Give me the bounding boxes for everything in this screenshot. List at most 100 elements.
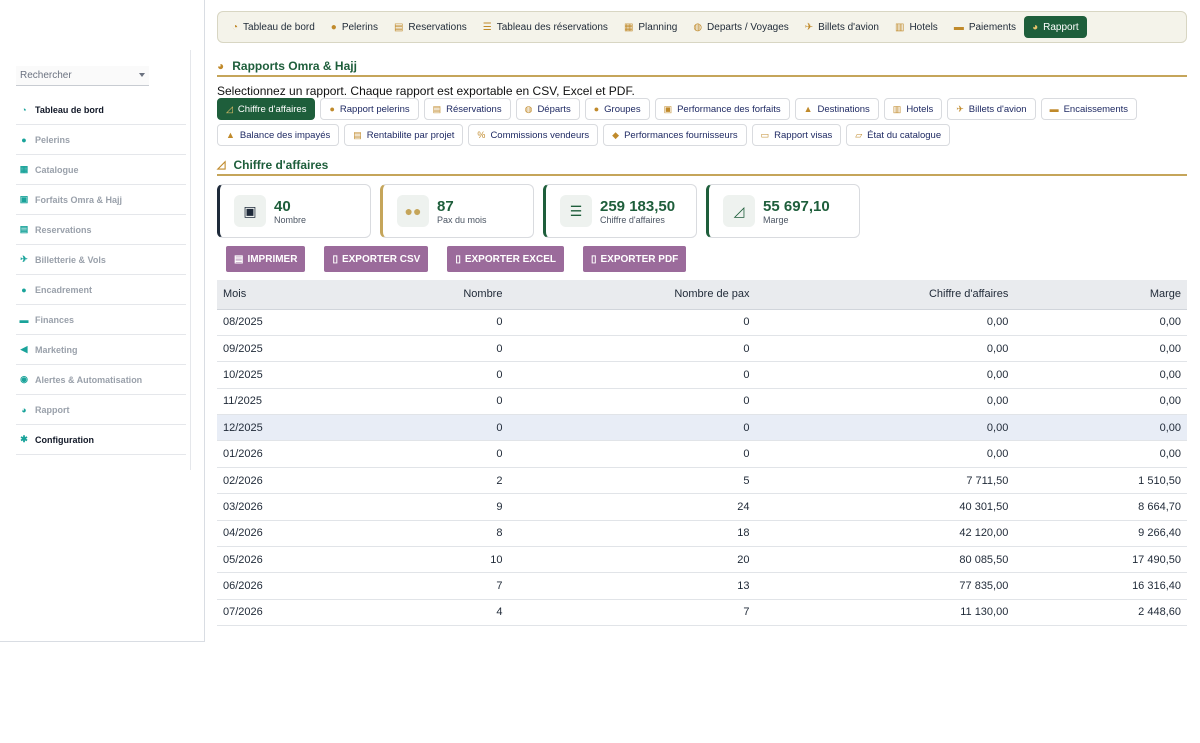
chart-pie-icon: ◕ — [217, 58, 225, 73]
report-button-8[interactable]: ✈ Billets d'avion — [947, 98, 1036, 120]
nav-item-7[interactable]: ▥ Hotels — [887, 16, 946, 38]
report-button-15[interactable]: ▱ État du catalogue — [846, 124, 951, 146]
sidebar-item-2[interactable]: ▦ Catalogue — [16, 155, 186, 185]
percent-icon: % — [477, 130, 486, 140]
clipboard-icon: ▤ — [19, 224, 29, 234]
table-cell: 7 711,50 — [755, 467, 1015, 495]
export-button-2[interactable]: ▯ EXPORTER EXCEL — [447, 246, 564, 272]
folder-icon: ▱ — [855, 129, 863, 140]
table-cell: 11 130,00 — [755, 599, 1015, 627]
table-cell: 7 — [508, 599, 756, 627]
sidebar-search-select[interactable]: Rechercher — [16, 66, 149, 86]
sidebar-item-label: Marketing — [35, 344, 78, 355]
kpi-label: Chiffre d'affaires — [600, 214, 665, 225]
table-cell: 0 — [363, 335, 509, 363]
table-cell: 0 — [363, 361, 509, 389]
user-icon: ● — [330, 21, 337, 33]
table-row[interactable]: 07/2026 4 7 11 130,00 2 448,60 — [217, 599, 1187, 627]
sidebar-item-6[interactable]: ● Encadrement — [16, 275, 186, 305]
sidebar-item-11[interactable]: ✱ Configuration — [16, 425, 186, 455]
nav-item-4[interactable]: ▦ Planning — [616, 16, 685, 38]
kpi-text: 40 Nombre — [274, 198, 306, 225]
export-button-0[interactable]: ▤ IMPRIMER — [226, 246, 306, 272]
nav-item-2[interactable]: ▤ Reservations — [386, 16, 475, 38]
table-row[interactable]: 04/2026 8 18 42 120,00 9 266,40 — [217, 520, 1187, 548]
table-cell: 0 — [363, 440, 509, 468]
nav-item-label: Hotels — [909, 21, 938, 33]
nav-item-8[interactable]: ▬ Paiements — [946, 16, 1024, 38]
sidebar-item-8[interactable]: ◀ Marketing — [16, 335, 186, 365]
sidebar-item-5[interactable]: ✈ Billetterie & Vols — [16, 245, 186, 275]
sidebar-item-10[interactable]: ◕ Rapport — [16, 395, 186, 425]
column-header[interactable]: Nombre — [363, 280, 509, 310]
sidebar-divider — [190, 50, 191, 470]
plane-icon: ✈ — [20, 254, 28, 264]
table-row[interactable]: 12/2025 0 0 0,00 0,00 — [217, 414, 1187, 442]
nav-item-9[interactable]: ◕ Rapport — [1024, 16, 1087, 38]
report-button-0[interactable]: ◿ Chiffre d'affaires — [217, 98, 316, 120]
table-row[interactable]: 01/2026 0 0 0,00 0,00 — [217, 440, 1187, 468]
table-cell: 20 — [508, 546, 756, 574]
column-header[interactable]: Marge — [1014, 280, 1187, 310]
nav-item-0[interactable]: ◔ Tableau de bord — [224, 16, 323, 38]
sidebar-item-label: Forfaits Omra & Hajj — [35, 194, 123, 205]
nav-item-label: Tableau des réservations — [496, 21, 608, 33]
table-row[interactable]: 08/2025 0 0 0,00 0,00 — [217, 309, 1187, 336]
sidebar-item-1[interactable]: ● Pelerins — [16, 125, 186, 155]
nav-item-1[interactable]: ● Pelerins — [323, 16, 386, 38]
table-row[interactable]: 03/2026 9 24 40 301,50 8 664,70 — [217, 493, 1187, 521]
column-header[interactable]: Nombre de pax — [508, 280, 756, 310]
coins-icon: ☰ — [560, 195, 592, 227]
kpi-card: ●● 87 Pax du mois — [380, 184, 534, 238]
export-button-3[interactable]: ▯ EXPORTER PDF — [582, 246, 687, 272]
page-title: Rapports Omra & Hajj — [232, 58, 357, 73]
report-button-3[interactable]: ◍ Départs — [515, 98, 580, 120]
report-table: Mois Nombre Nombre de pax Chiffre d'affaire… — [217, 280, 1187, 627]
table-row[interactable]: 10/2025 0 0 0,00 0,00 — [217, 361, 1187, 389]
table-cell: 17 490,50 — [1014, 546, 1187, 574]
column-header[interactable]: Mois — [217, 280, 364, 310]
report-button-6[interactable]: ▲ Destinations — [794, 98, 879, 120]
report-button-14[interactable]: ▭ Rapport visas — [751, 124, 842, 146]
export-button-1[interactable]: ▯ EXPORTER CSV — [324, 246, 429, 272]
report-button-4[interactable]: ● Groupes — [584, 98, 650, 120]
table-row[interactable]: 06/2026 7 13 77 835,00 16 316,40 — [217, 572, 1187, 600]
table-row[interactable]: 05/2026 10 20 80 085,50 17 490,50 — [217, 546, 1187, 574]
report-button-9[interactable]: ▬ Encaissements — [1040, 98, 1138, 120]
column-header[interactable]: Chiffre d'affaires — [755, 280, 1015, 310]
report-button-1[interactable]: ● Rapport pelerins — [320, 98, 419, 120]
report-button-7[interactable]: ▥ Hotels — [883, 98, 943, 120]
kpi-card: ▣ 40 Nombre — [217, 184, 371, 238]
report-button-5[interactable]: ▣ Performance des forfaits — [654, 98, 790, 120]
table-row[interactable]: 11/2025 0 0 0,00 0,00 — [217, 388, 1187, 416]
nav-item-3[interactable]: ☰ Tableau des réservations — [475, 16, 616, 38]
report-button-11[interactable]: ▤ Rentabilite par projet — [344, 124, 464, 146]
money-icon: ▬ — [19, 314, 29, 325]
sidebar-menu: ◔ Tableau de bord ● Pelerins ▦ Catalogue ▣ Forf… — [16, 95, 186, 455]
nav-item-5[interactable]: ◍ Departs / Voyages — [685, 16, 796, 38]
report-button-13[interactable]: ◆ Performances fournisseurs — [603, 124, 747, 146]
sidebar-item-3[interactable]: ▣ Forfaits Omra & Hajj — [16, 185, 186, 215]
report-button-2[interactable]: ▤ Réservations — [423, 98, 511, 120]
table-cell: 11/2025 — [217, 388, 364, 416]
report-button-12[interactable]: % Commissions vendeurs — [468, 124, 599, 146]
table-cell: 7 — [363, 572, 509, 600]
sidebar-item-7[interactable]: ▬ Finances — [16, 305, 186, 335]
sidebar-item-label: Rapport — [35, 404, 70, 415]
kpi-value: 87 — [437, 197, 454, 215]
sidebar-item-4[interactable]: ▤ Reservations — [16, 215, 186, 245]
globe-icon: ◍ — [693, 21, 703, 33]
nav-item-6[interactable]: ✈ Billets d'avion — [797, 16, 887, 38]
table-cell: 04/2026 — [217, 520, 364, 548]
kpi-label: Marge — [763, 214, 789, 225]
table-cell: 0,00 — [1014, 335, 1187, 363]
table-row[interactable]: 09/2025 0 0 0,00 0,00 — [217, 335, 1187, 363]
sidebar-item-9[interactable]: ◉ Alertes & Automatisation — [16, 365, 186, 395]
table-cell: 40 301,50 — [755, 493, 1015, 521]
table-row[interactable]: 02/2026 2 5 7 711,50 1 510,50 — [217, 467, 1187, 495]
report-button-10[interactable]: ▲ Balance des impayés — [217, 124, 340, 146]
table-cell: 0,00 — [755, 309, 1015, 336]
kpi-text: 55 697,10 Marge — [763, 198, 830, 225]
table-cell: 9 266,40 — [1014, 520, 1187, 548]
sidebar-item-0[interactable]: ◔ Tableau de bord — [16, 95, 186, 125]
